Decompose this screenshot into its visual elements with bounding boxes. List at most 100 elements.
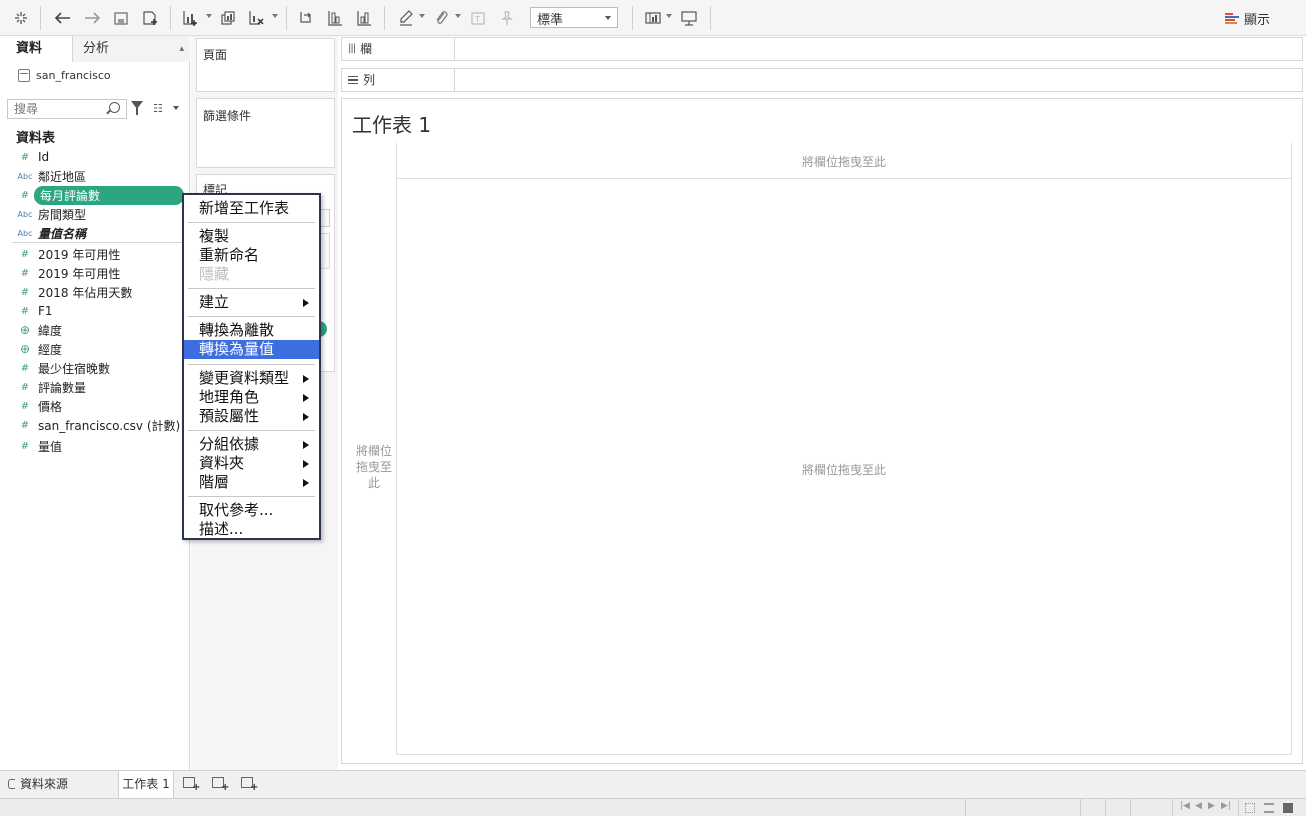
drop-field-body-hint[interactable]: 將欄位拖曳至此 <box>396 461 1292 478</box>
tab-datasource[interactable]: 資料來源 <box>8 771 68 799</box>
menu-item-convert-to-measure[interactable]: 轉換為量值 <box>184 340 319 359</box>
filters-shelf[interactable]: 篩選條件 <box>196 98 335 168</box>
tab-data[interactable]: 資料 <box>0 36 72 62</box>
last-sheet-icon[interactable]: ▶| <box>1221 801 1231 811</box>
previous-sheet-icon[interactable]: ◀ <box>1195 801 1202 811</box>
field-item[interactable]: # 價格 <box>12 397 188 415</box>
columns-shelf[interactable]: ||| 欄 <box>341 37 1303 61</box>
field-item[interactable]: # 評論數量 <box>12 378 188 396</box>
tableau-logo-icon[interactable] <box>9 6 33 30</box>
tab-datasource-label: 資料來源 <box>20 777 69 791</box>
redo-icon[interactable] <box>80 6 104 30</box>
menu-item-replace-references[interactable]: 取代參考... <box>184 501 319 520</box>
new-worksheet-dropdown-icon[interactable] <box>206 14 212 18</box>
view-canvas[interactable]: 將欄位拖曳至此 將欄位 拖曳至 此 將欄位拖曳至此 <box>352 143 1292 755</box>
group-members-icon[interactable] <box>429 6 453 30</box>
rows-shelf[interactable]: 列 <box>341 68 1303 92</box>
group-dropdown-icon[interactable] <box>455 14 461 18</box>
tab-analysis[interactable]: 分析 ▴ <box>72 36 190 62</box>
swap-rows-columns-icon[interactable] <box>294 6 318 30</box>
menu-item-folders[interactable]: 資料夾 <box>184 454 319 473</box>
tabs-view-icon[interactable] <box>1283 803 1293 813</box>
show-cards-icon[interactable] <box>641 6 665 30</box>
show-cards-dropdown-icon[interactable] <box>666 14 672 18</box>
field-item[interactable]: # 最少住宿晚數 <box>12 359 188 377</box>
fit-dropdown[interactable]: 標準 <box>530 7 618 28</box>
sheet-title[interactable]: 工作表 1 <box>352 109 431 138</box>
next-sheet-icon[interactable]: ▶ <box>1208 801 1215 811</box>
field-item[interactable]: ⊕ 經度 <box>12 340 188 358</box>
submenu-arrow-icon <box>303 394 309 402</box>
field-item[interactable]: Abc 房間類型 <box>12 205 188 223</box>
field-label: 量值名稱 <box>38 226 87 241</box>
highlight-dropdown-icon[interactable] <box>419 14 425 18</box>
datasource-item[interactable]: san_francisco <box>0 64 190 86</box>
field-item[interactable]: # 每月評論數 <box>12 185 188 205</box>
field-item[interactable]: ⊕ 緯度 <box>12 321 188 339</box>
menu-item-label: 資料夾 <box>199 454 245 472</box>
filmstrip-icon[interactable] <box>1264 803 1274 813</box>
sort-descending-icon[interactable] <box>352 6 376 30</box>
globe-icon: ⊕ <box>19 323 31 337</box>
menu-item-label: 複製 <box>199 227 230 245</box>
field-item[interactable]: #2019 年可用性 <box>12 245 188 263</box>
drop-field-rows-hint[interactable]: 將欄位 拖曳至 此 <box>352 443 396 491</box>
new-datasource-icon[interactable] <box>138 6 162 30</box>
tab-analysis-label: 分析 <box>83 41 110 56</box>
sort-ascending-icon[interactable] <box>323 6 347 30</box>
toolbar-separator <box>170 6 171 30</box>
field-label: 每月評論數 <box>34 185 184 205</box>
duplicate-sheet-icon[interactable] <box>216 6 240 30</box>
field-item[interactable]: Abc 量值名稱 <box>12 224 188 242</box>
presentation-mode-icon[interactable] <box>677 6 701 30</box>
field-item[interactable]: # 量值 <box>12 437 188 455</box>
new-worksheet-tab-icon[interactable]: + <box>182 776 200 793</box>
pin-axes-icon[interactable] <box>495 6 519 30</box>
menu-item-default-properties[interactable]: 預設屬性 <box>184 407 319 426</box>
field-item[interactable]: #2018 年佔用天數 <box>12 283 188 301</box>
menu-item-duplicate[interactable]: 複製 <box>184 227 319 246</box>
menu-item-change-data-type[interactable]: 變更資料類型 <box>184 369 319 388</box>
menu-separator <box>188 496 315 497</box>
undo-icon[interactable] <box>51 6 75 30</box>
show-labels-icon[interactable]: T <box>466 6 490 30</box>
field-item[interactable]: # san_francisco.csv (計數) <box>12 416 188 434</box>
first-sheet-icon[interactable]: |◀ <box>1180 801 1190 811</box>
drop-field-columns-hint[interactable]: 將欄位拖曳至此 <box>396 153 1292 170</box>
submenu-arrow-icon <box>303 413 309 421</box>
sheet-sorter-icon[interactable] <box>1245 803 1255 813</box>
pages-shelf[interactable]: 頁面 <box>196 38 335 92</box>
tab-sheet-1[interactable]: 工作表 1 <box>118 771 174 799</box>
field-item[interactable]: # Id <box>12 148 188 166</box>
save-icon[interactable] <box>109 6 133 30</box>
show-me-button[interactable]: 顯示 <box>1224 9 1270 28</box>
string-type-icon: Abc <box>17 228 33 238</box>
menu-item-hide[interactable]: 隱藏 <box>184 265 319 284</box>
menu-item-create[interactable]: 建立 <box>184 293 319 312</box>
filter-icon[interactable] <box>131 101 143 115</box>
field-item[interactable]: #2019 年可用性 <box>12 264 188 282</box>
drop-rows-line: 此 <box>367 476 380 490</box>
new-story-tab-icon[interactable]: + <box>240 776 258 793</box>
clear-sheet-icon[interactable] <box>244 6 268 30</box>
menu-item-convert-to-discrete[interactable]: 轉換為離散 <box>184 321 319 340</box>
number-type-icon: # <box>20 419 30 431</box>
list-view-icon[interactable]: ☷ <box>153 102 163 115</box>
field-item[interactable]: Abc 鄰近地區 <box>12 167 188 185</box>
menu-item-add-to-sheet[interactable]: 新增至工作表 <box>184 199 319 218</box>
field-item[interactable]: # F1 <box>12 302 188 320</box>
new-dashboard-tab-icon[interactable]: + <box>211 776 229 793</box>
menu-item-describe[interactable]: 描述... <box>184 520 319 539</box>
drop-rows-line: 將欄位 <box>355 444 392 458</box>
highlight-icon[interactable] <box>394 6 418 30</box>
clear-sheet-dropdown-icon[interactable] <box>272 14 278 18</box>
menu-item-geographic-role[interactable]: 地理角色 <box>184 388 319 407</box>
new-worksheet-icon[interactable] <box>178 6 202 30</box>
menu-item-label: 地理角色 <box>199 388 260 406</box>
menu-item-group-by[interactable]: 分組依據 <box>184 435 319 454</box>
menu-item-rename[interactable]: 重新命名 <box>184 246 319 265</box>
show-me-icon <box>1224 12 1239 25</box>
menu-item-hierarchy[interactable]: 階層 <box>184 473 319 492</box>
chevron-down-icon[interactable] <box>173 106 179 110</box>
chevron-up-down-icon[interactable]: ▴ <box>179 36 184 62</box>
